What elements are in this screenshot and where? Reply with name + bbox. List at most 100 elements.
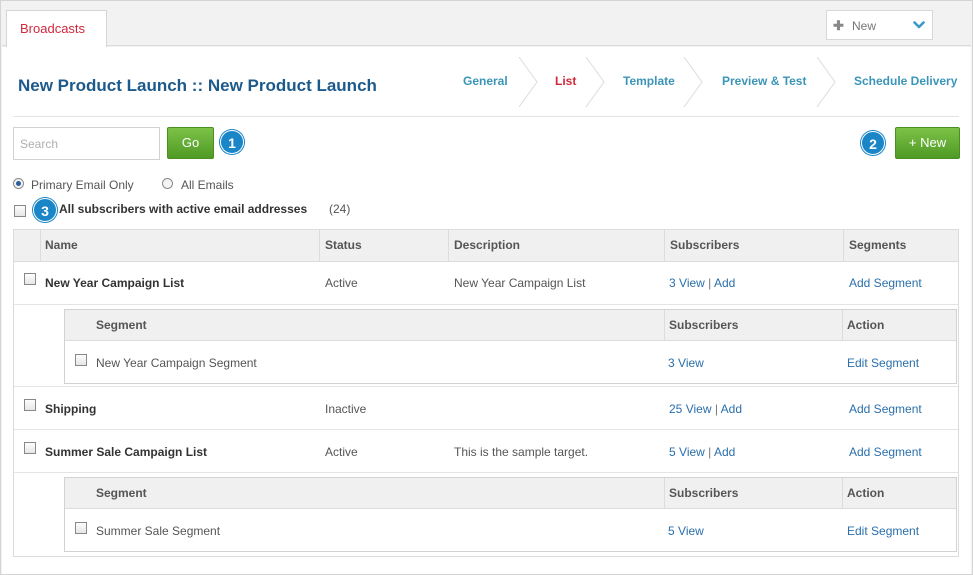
view-link[interactable]: View xyxy=(678,524,704,538)
column-header-description[interactable]: Description xyxy=(454,230,520,262)
view-link[interactable]: View xyxy=(679,445,705,459)
subscriber-count[interactable]: 25 xyxy=(669,402,682,416)
column-header-segments[interactable]: Segments xyxy=(849,230,906,262)
segment-name: Summer Sale Segment xyxy=(96,524,221,538)
subscriber-count[interactable]: 5 xyxy=(668,524,675,538)
link-separator: | xyxy=(708,276,712,290)
tab-broadcasts[interactable]: Broadcasts xyxy=(6,10,107,47)
column-divider xyxy=(319,230,320,262)
column-divider xyxy=(843,230,844,262)
top-bar: Broadcasts ✚ New xyxy=(2,2,971,47)
divider xyxy=(13,116,959,117)
segments-header: Segment Subscribers Action xyxy=(65,310,956,341)
chevron-down-icon xyxy=(913,21,925,29)
segment-checkbox[interactable] xyxy=(75,522,87,534)
new-dropdown-label: New xyxy=(852,19,877,33)
column-divider xyxy=(664,230,665,262)
column-divider xyxy=(664,478,665,509)
segment-subscribers-cell: 3 View xyxy=(668,356,704,370)
row-checkbox[interactable] xyxy=(24,442,36,454)
column-header-status[interactable]: Status xyxy=(325,230,362,262)
subscriber-count[interactable]: 3 xyxy=(668,356,675,370)
column-divider xyxy=(448,230,449,262)
page-title: New Product Launch :: New Product Launch xyxy=(18,76,377,95)
segments-header-segment: Segment xyxy=(96,486,147,500)
step-preview-test[interactable]: Preview & Test xyxy=(722,74,806,88)
subscribers-cell: 5 View | Add xyxy=(669,445,735,459)
search-input[interactable] xyxy=(13,127,160,160)
radio-label-primary: Primary Email Only xyxy=(31,178,134,192)
subscribers-cell: 25 View | Add xyxy=(669,402,742,416)
list-name[interactable]: Shipping xyxy=(45,402,96,416)
all-subscribers-checkbox[interactable] xyxy=(14,205,26,217)
segments-table: Segment Subscribers Action New Year Camp… xyxy=(64,309,957,384)
new-dropdown[interactable]: ✚ New xyxy=(826,10,933,40)
wizard-steps: General List Template Preview & Test Sch… xyxy=(442,57,970,107)
all-subscribers-count: (24) xyxy=(329,202,351,216)
list-name[interactable]: New Year Campaign List xyxy=(45,276,184,290)
segments-header-subscribers: Subscribers xyxy=(669,486,739,500)
segments-header: Segment Subscribers Action xyxy=(65,478,956,509)
lists-table: Name Status Description Subscribers Segm… xyxy=(13,229,959,557)
table-row: Summer Sale Campaign List Active This is… xyxy=(14,430,958,473)
list-name[interactable]: Summer Sale Campaign List xyxy=(45,445,207,459)
column-divider xyxy=(664,310,665,341)
step-separator xyxy=(518,57,538,107)
all-subscribers-label: All subscribers with active email addres… xyxy=(59,202,308,216)
segments-header-action: Action xyxy=(847,318,885,332)
add-new-button[interactable]: + New xyxy=(895,127,960,159)
segment-name: New Year Campaign Segment xyxy=(96,356,257,370)
column-divider xyxy=(40,230,41,262)
subscribers-cell: 3 View | Add xyxy=(669,276,735,290)
callout-badge-3: 3 xyxy=(33,198,57,222)
edit-segment-link[interactable]: Edit Segment xyxy=(847,524,919,538)
add-link[interactable]: Add xyxy=(714,276,735,290)
link-separator: | xyxy=(708,445,712,459)
radio-all-emails[interactable] xyxy=(162,178,173,189)
radio-label-all: All Emails xyxy=(181,178,234,192)
edit-segment-link[interactable]: Edit Segment xyxy=(847,356,919,370)
add-link[interactable]: Add xyxy=(714,445,735,459)
list-status: Active xyxy=(325,445,358,459)
link-separator: | xyxy=(714,402,718,416)
add-segment-link[interactable]: Add Segment xyxy=(849,276,922,290)
row-checkbox[interactable] xyxy=(24,273,36,285)
list-description: This is the sample target. xyxy=(454,445,589,459)
callout-badge-1: 1 xyxy=(220,130,244,154)
subscriber-count[interactable]: 3 xyxy=(669,276,676,290)
segments-row: Segment Subscribers Action New Year Camp… xyxy=(14,305,958,387)
step-list[interactable]: List xyxy=(555,74,576,88)
subscriber-count[interactable]: 5 xyxy=(669,445,676,459)
segments-header-segment: Segment xyxy=(96,318,147,332)
step-separator xyxy=(683,57,703,107)
view-link[interactable]: View xyxy=(686,402,712,416)
plus-icon: ✚ xyxy=(833,18,844,33)
view-link[interactable]: View xyxy=(678,356,704,370)
step-template[interactable]: Template xyxy=(623,74,675,88)
column-header-subscribers[interactable]: Subscribers xyxy=(670,230,739,262)
add-segment-link[interactable]: Add Segment xyxy=(849,445,922,459)
step-general[interactable]: General xyxy=(463,74,508,88)
view-link[interactable]: View xyxy=(679,276,705,290)
list-status: Active xyxy=(325,276,358,290)
table-row: Shipping Inactive 25 View | Add Add Segm… xyxy=(14,387,958,430)
segment-checkbox[interactable] xyxy=(75,354,87,366)
add-segment-link[interactable]: Add Segment xyxy=(849,402,922,416)
segments-header-subscribers: Subscribers xyxy=(669,318,739,332)
segment-subscribers-cell: 5 View xyxy=(668,524,704,538)
list-description: New Year Campaign List xyxy=(454,276,586,290)
column-header-name[interactable]: Name xyxy=(45,230,78,262)
app-frame: Broadcasts ✚ New New Product Launch :: N… xyxy=(0,0,973,575)
table-header: Name Status Description Subscribers Segm… xyxy=(14,230,958,262)
callout-badge-2: 2 xyxy=(861,131,885,155)
column-divider xyxy=(842,478,843,509)
main-content: New Product Launch :: New Product Launch… xyxy=(2,47,971,574)
row-checkbox[interactable] xyxy=(24,399,36,411)
list-status: Inactive xyxy=(325,402,367,416)
segments-table: Segment Subscribers Action Summer Sale S… xyxy=(64,477,957,552)
radio-primary-email-only[interactable] xyxy=(13,178,24,189)
step-separator xyxy=(585,57,605,107)
go-button[interactable]: Go xyxy=(167,127,214,159)
step-schedule-delivery[interactable]: Schedule Delivery xyxy=(854,74,957,88)
add-link[interactable]: Add xyxy=(721,402,742,416)
